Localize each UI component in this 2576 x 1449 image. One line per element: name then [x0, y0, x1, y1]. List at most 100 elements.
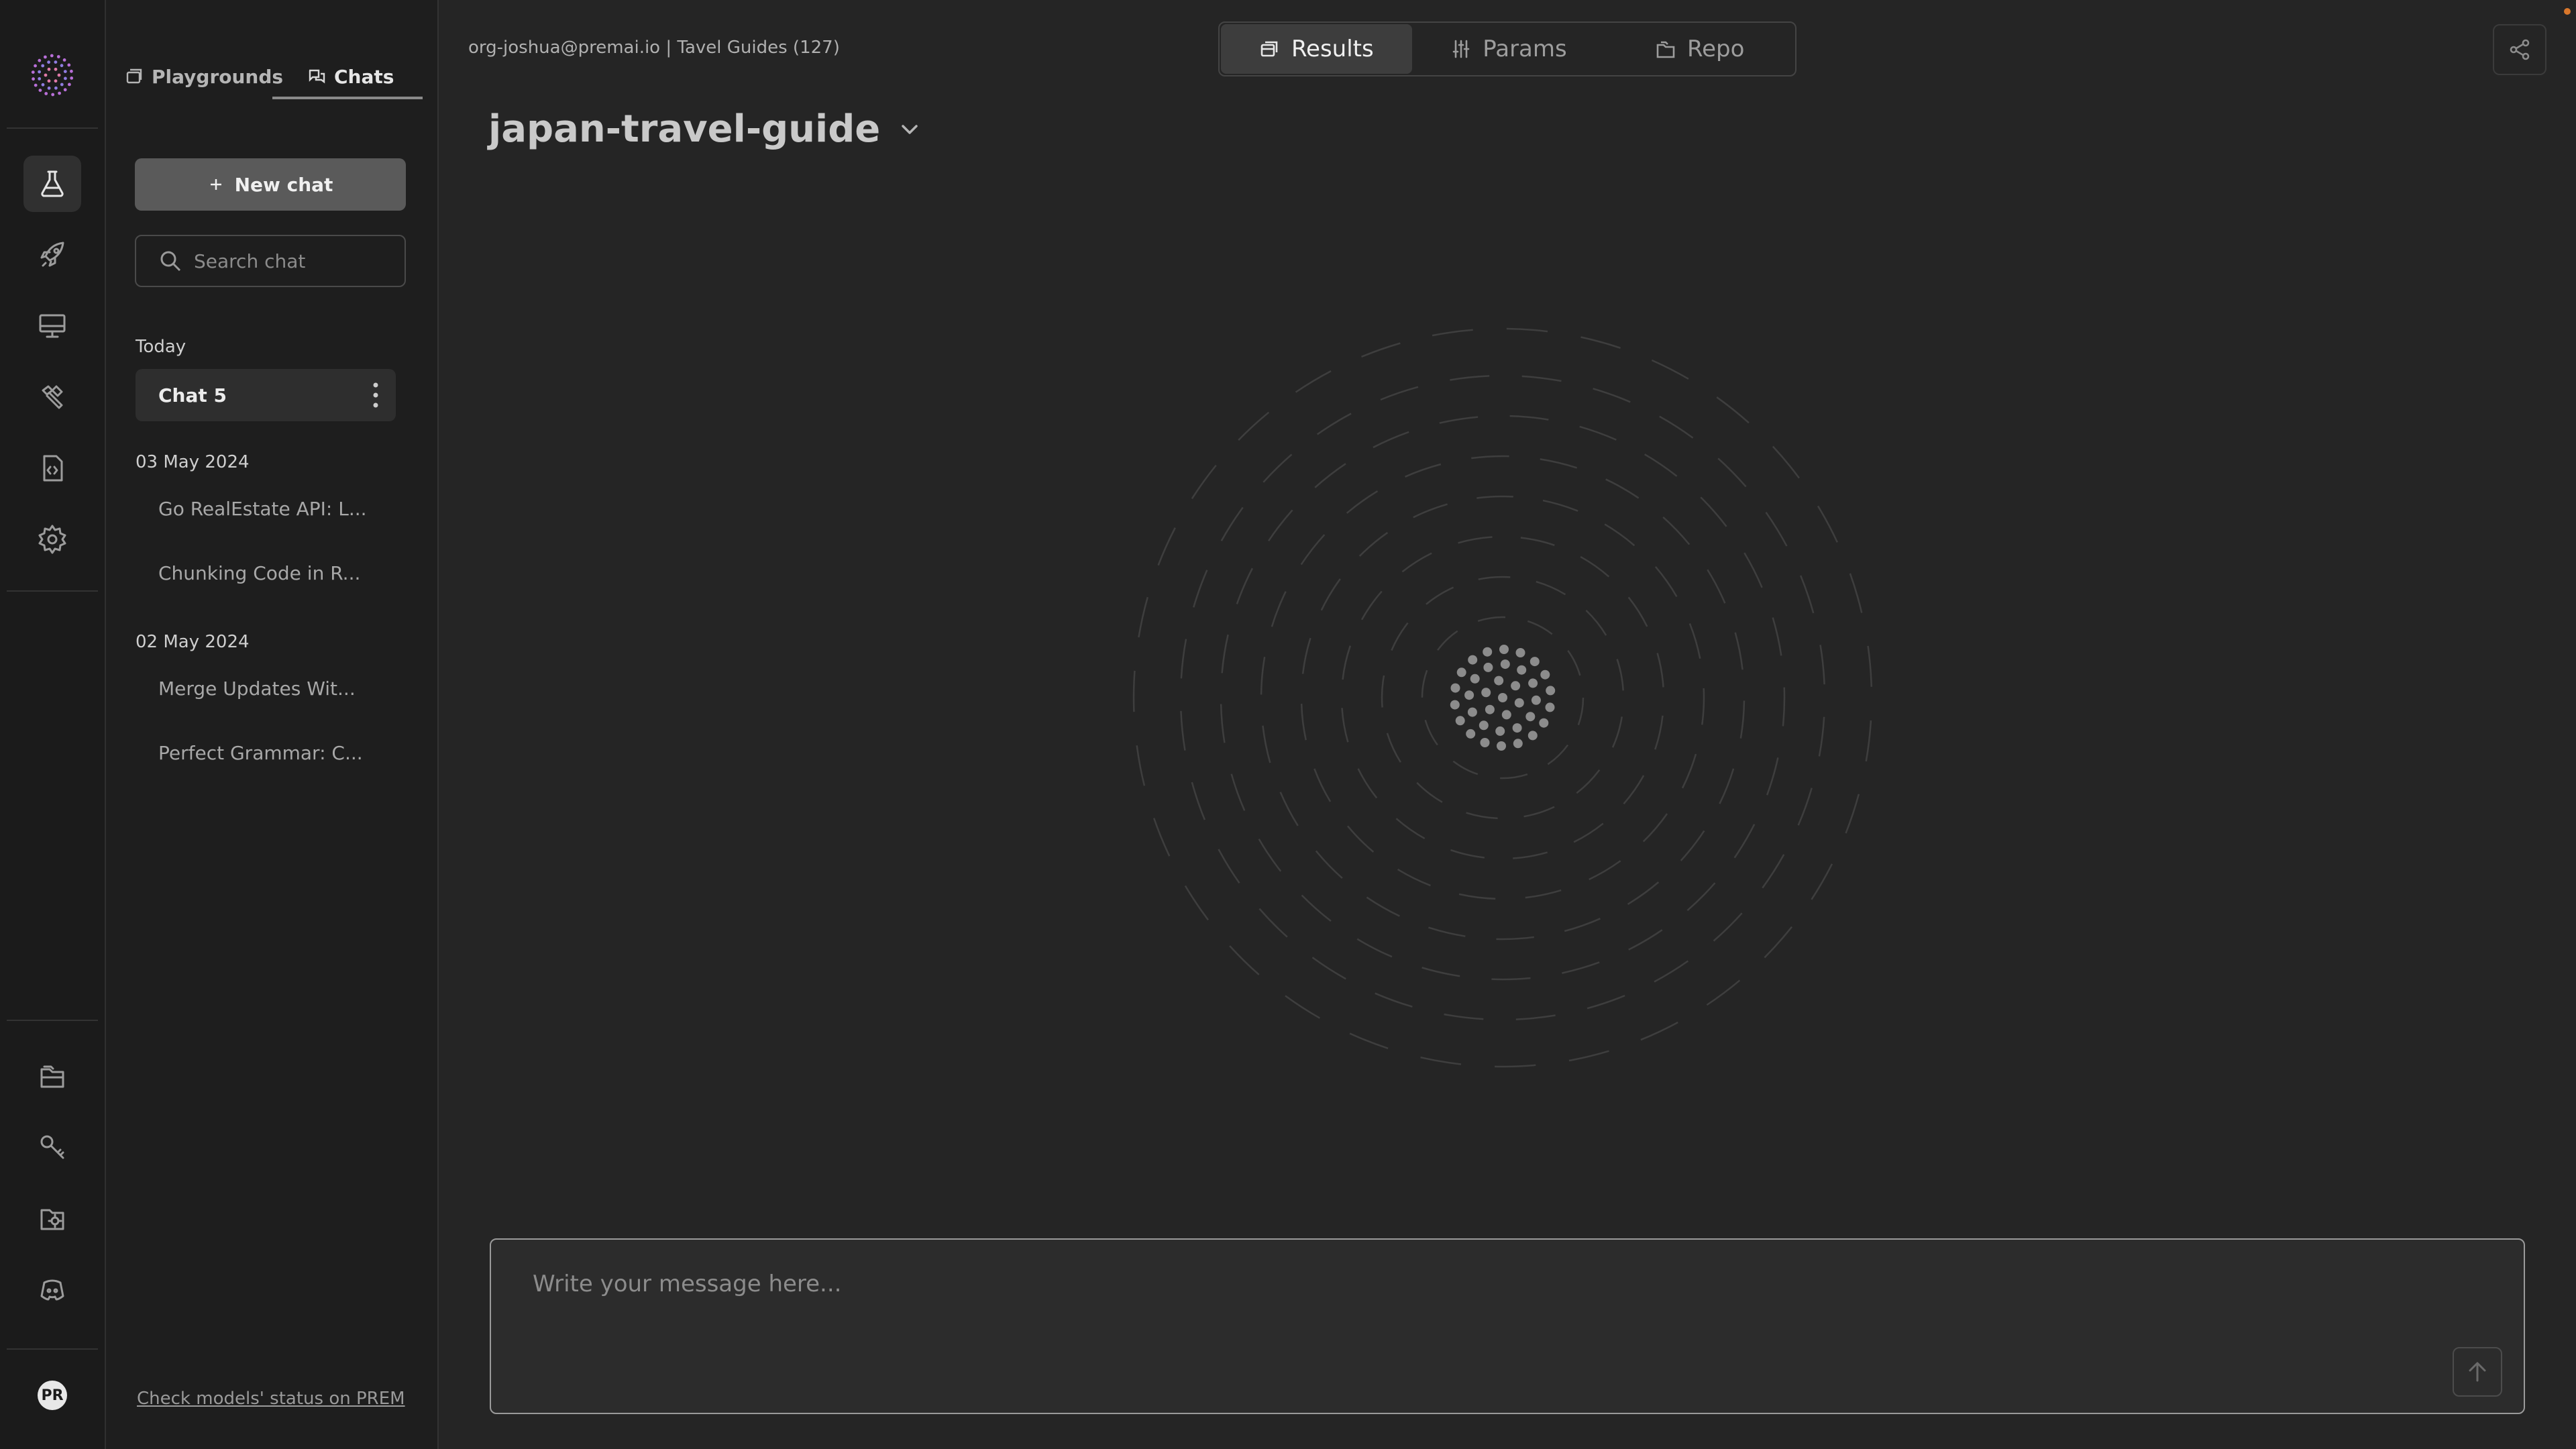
spinner-dot	[1481, 688, 1491, 698]
tab-chats[interactable]: Chats	[307, 55, 394, 98]
spinner-dot	[1464, 690, 1474, 700]
rail-divider	[7, 590, 98, 592]
chat-bubbles-icon	[309, 69, 325, 84]
tab-results-label: Results	[1291, 36, 1374, 62]
spinner-dot	[1450, 700, 1460, 710]
new-chat-button[interactable]: New chat	[135, 158, 406, 211]
tab-repo[interactable]: Repo	[1604, 23, 1795, 75]
user-avatar[interactable]: PR	[38, 1381, 67, 1410]
spinner-dot	[1485, 704, 1495, 714]
new-chat-label: New chat	[234, 173, 333, 196]
search-chat-input[interactable]: Search chat	[135, 235, 406, 287]
group-label-today: Today	[136, 337, 186, 357]
spinner-dot	[1546, 686, 1556, 696]
tab-playgrounds[interactable]: Playgrounds	[125, 55, 283, 98]
tab-params[interactable]: Params	[1413, 23, 1605, 75]
plus-icon	[210, 179, 221, 190]
view-switcher: Results Params Repo	[1218, 21, 1796, 76]
loading-spinner	[1132, 327, 1873, 1068]
spinner-dot	[1528, 678, 1538, 688]
chat-item[interactable]: Merge Updates Wit...	[158, 678, 356, 700]
spinner-dot	[1494, 676, 1504, 686]
spinner-dot	[1466, 729, 1476, 739]
spinner-dot	[1468, 655, 1478, 665]
spinner-dot	[1529, 657, 1540, 667]
chat-item-label: Chat 5	[158, 384, 227, 407]
send-button[interactable]	[2453, 1347, 2502, 1397]
spinner-dot	[1467, 707, 1477, 717]
spinner-dot	[1540, 669, 1550, 680]
tab-results[interactable]: Results	[1221, 24, 1412, 74]
breadcrumb: org-joshua@premai.io | Tavel Guides (127…	[468, 38, 840, 58]
monitor-icon[interactable]	[23, 298, 81, 354]
tab-repo-label: Repo	[1686, 36, 1745, 62]
tab-params-label: Params	[1483, 36, 1567, 62]
gear-folder-icon[interactable]	[23, 1190, 81, 1246]
tab-playgrounds-label: Playgrounds	[152, 65, 284, 88]
spinner-dot	[1525, 712, 1536, 722]
results-icon	[1260, 41, 1278, 57]
repo-icon	[1656, 41, 1675, 58]
page-title: japan-travel-guide	[488, 107, 881, 151]
chat-item[interactable]: Perfect Grammar: C...	[158, 742, 363, 764]
spinner-dot	[1499, 645, 1509, 654]
spinner-dot	[1456, 667, 1466, 678]
spinner-dot	[1455, 716, 1465, 726]
notification-dot	[2564, 8, 2571, 15]
window-icon	[126, 68, 142, 84]
group-label-date: 03 May 2024	[136, 452, 250, 472]
flask-icon[interactable]	[23, 156, 81, 212]
spinner-dot	[1545, 702, 1555, 712]
settings-icon[interactable]	[23, 511, 81, 568]
rail-divider	[7, 127, 98, 129]
message-composer	[490, 1238, 2525, 1414]
chat-item[interactable]: Go RealEstate API: L...	[158, 498, 367, 520]
tools-icon[interactable]	[23, 369, 81, 425]
prem-logo-icon[interactable]	[30, 52, 75, 98]
spinner-dot	[1498, 693, 1507, 702]
tab-chats-label: Chats	[334, 65, 394, 88]
spinner-dot	[1497, 741, 1506, 751]
spinner-dot	[1512, 723, 1522, 733]
discord-icon[interactable]	[23, 1261, 81, 1318]
spinner-dot	[1495, 726, 1505, 736]
spinner-dot	[1483, 662, 1493, 672]
spinner-dot	[1515, 648, 1525, 657]
code-file-icon[interactable]	[23, 440, 81, 496]
sliders-icon	[1452, 40, 1470, 58]
search-icon	[160, 251, 181, 272]
rail-divider	[7, 1348, 98, 1350]
chat-sidebar: Playgrounds Chats New chat Search chat T…	[106, 0, 439, 1449]
spinner-dot	[1500, 659, 1510, 669]
chat-item-active[interactable]: Chat 5	[136, 369, 396, 421]
active-tab-indicator	[272, 97, 423, 99]
spinner-dot	[1517, 665, 1527, 675]
search-placeholder: Search chat	[194, 250, 306, 272]
share-icon	[2510, 39, 2530, 60]
spinner-dot	[1480, 738, 1490, 747]
spinner-dot	[1527, 731, 1538, 741]
arrow-up-icon	[2469, 1362, 2486, 1382]
icon-rail: PR	[0, 0, 106, 1449]
spinner-dot	[1514, 698, 1524, 708]
models-status-link[interactable]: Check models' status on PREM	[137, 1389, 405, 1409]
model-selector[interactable]: japan-travel-guide	[488, 107, 922, 151]
message-input[interactable]	[531, 1269, 2412, 1352]
group-label-date: 02 May 2024	[136, 632, 250, 652]
rocket-icon[interactable]	[23, 227, 81, 283]
share-button[interactable]	[2493, 24, 2546, 75]
more-options-icon[interactable]	[372, 381, 380, 409]
spinner-dot	[1479, 720, 1489, 731]
spinner-dot	[1511, 681, 1521, 691]
folders-icon[interactable]	[23, 1048, 81, 1104]
chevron-down-icon	[902, 124, 918, 134]
key-icon[interactable]	[23, 1119, 81, 1175]
spinner-dot	[1501, 710, 1511, 720]
chat-item[interactable]: Chunking Code in R...	[158, 562, 360, 584]
spinner-dot	[1513, 739, 1523, 749]
spinner-dot	[1450, 683, 1460, 693]
rail-divider	[7, 1020, 98, 1021]
spinner-dot	[1539, 718, 1549, 728]
spinner-dot	[1470, 674, 1480, 684]
spinner-dot	[1531, 695, 1541, 705]
